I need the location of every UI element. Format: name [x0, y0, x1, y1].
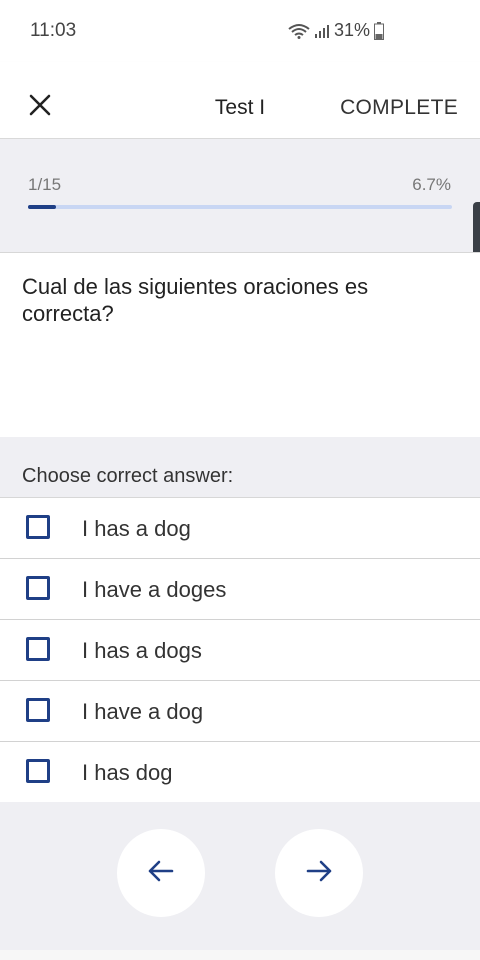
battery-percent: 31%: [333, 20, 370, 40]
navigation-footer: [0, 802, 480, 950]
status-icons: 31%: [288, 20, 384, 41]
battery-icon: [374, 21, 384, 40]
arrow-right-icon: [305, 859, 333, 888]
status-time: 11:03: [30, 20, 77, 41]
answer-option[interactable]: I has dog: [0, 742, 480, 803]
answer-label: I has a dog: [82, 516, 191, 541]
answer-option[interactable]: I have a doges: [0, 559, 480, 620]
progress-section: 1/15 6.7%: [0, 139, 480, 252]
arrow-left-icon: [147, 859, 175, 888]
progress-percent: 6.7%: [412, 175, 451, 194]
bottom-strip: [0, 950, 480, 960]
answer-label: I has a dogs: [82, 638, 202, 663]
close-icon: [29, 94, 51, 121]
next-button[interactable]: [275, 829, 363, 917]
checkbox[interactable]: [26, 759, 50, 783]
answer-option[interactable]: I has a dogs: [0, 620, 480, 681]
checkbox[interactable]: [26, 576, 50, 600]
progress-count: 1/15: [28, 175, 62, 194]
answer-option[interactable]: I has a dog: [0, 498, 480, 559]
signal-icon: [314, 24, 330, 38]
instruction-text: Choose correct answer:: [22, 465, 234, 487]
answer-label: I has dog: [82, 760, 173, 785]
app-bar: Test I COMPLETE: [0, 62, 480, 139]
previous-button[interactable]: [117, 829, 205, 917]
status-bar: 11:03 31%: [0, 0, 480, 62]
progress-fill: [28, 205, 57, 209]
instruction-section: Choose correct answer:: [0, 437, 480, 498]
progress-track: [28, 205, 452, 209]
answer-option[interactable]: I have a dog: [0, 681, 480, 742]
answer-label: I have a dog: [82, 699, 204, 724]
question-card: Cual de las siguientes oraciones es corr…: [0, 252, 480, 438]
checkbox[interactable]: [26, 515, 50, 539]
question-text: Cual de las siguientes oraciones es corr…: [22, 274, 369, 326]
answer-list: I has a dog I have a doges I has a dogs …: [0, 498, 480, 803]
answer-label: I have a doges: [82, 577, 227, 602]
checkbox[interactable]: [26, 637, 50, 661]
complete-button[interactable]: COMPLETE: [340, 96, 458, 120]
checkbox[interactable]: [26, 698, 50, 722]
close-button[interactable]: [24, 91, 56, 123]
wifi-icon: [288, 23, 310, 39]
